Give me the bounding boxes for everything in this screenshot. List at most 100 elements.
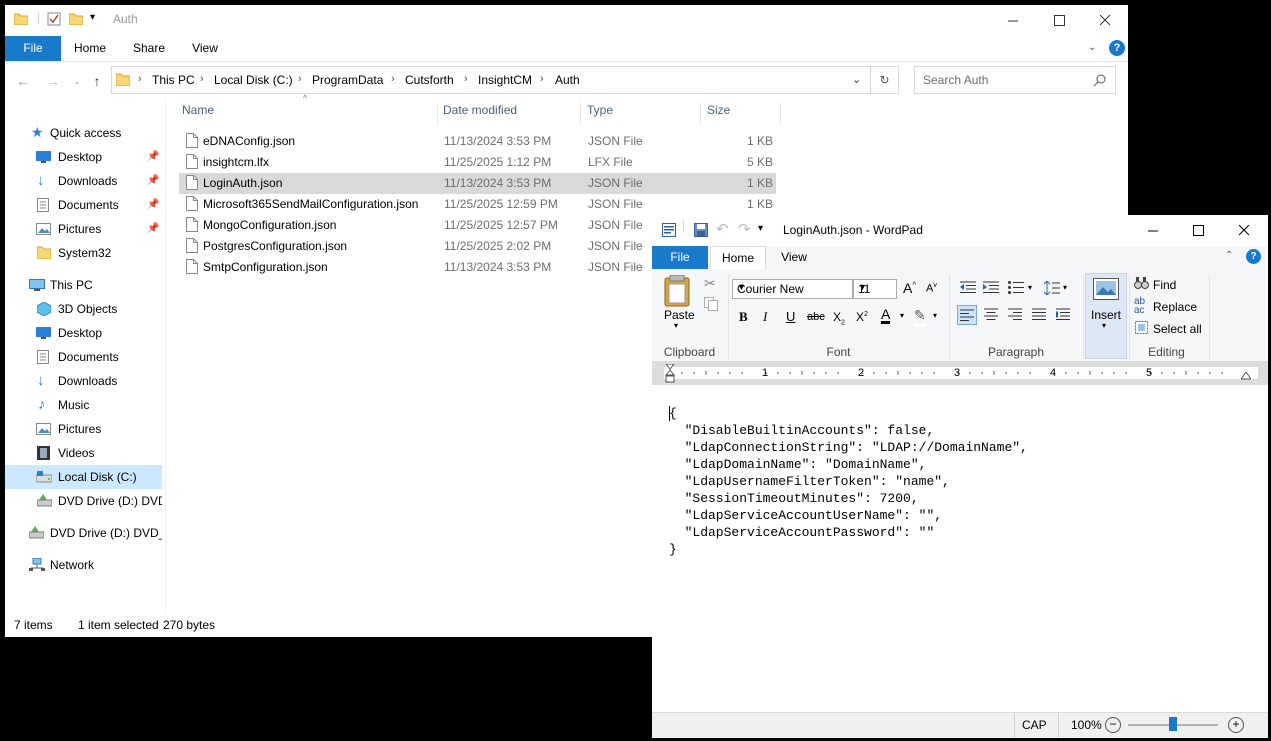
chevron-down-icon[interactable]: ▾ [1063,283,1067,292]
align-right-icon[interactable] [1008,308,1022,320]
help-icon[interactable]: ? [1109,40,1125,56]
nav-3d-objects[interactable]: 3D Objects [5,297,162,321]
chevron-down-icon[interactable]: ▾ [900,311,904,320]
close-button[interactable] [1221,215,1267,246]
qat-dropdown-icon[interactable]: ▾ [758,223,763,234]
close-button[interactable] [1082,5,1128,36]
font-family-select[interactable]: Courier New ▼ [732,279,853,299]
right-indent-marker-icon[interactable] [1241,372,1251,380]
forward-button[interactable]: → [43,71,63,91]
nav-documents[interactable]: Documents [5,345,162,369]
zoom-out-button[interactable]: − [1105,717,1121,733]
save-icon[interactable] [694,223,708,237]
decrease-indent-icon[interactable] [960,281,976,294]
undo-icon[interactable]: ↶ [716,220,729,238]
breadcrumb-auth[interactable]: Auth [555,73,580,87]
refresh-button[interactable]: ↻ [871,66,899,94]
collapse-ribbon-icon[interactable]: ⌃ [1225,250,1233,261]
pane-divider[interactable] [165,99,166,613]
nav-quick-access[interactable]: ★ Quick access [5,121,162,145]
bold-icon[interactable]: B [739,309,748,325]
nav-downloads[interactable]: ↓ Downloads [5,369,162,393]
select-all-button[interactable]: Select all [1153,322,1202,336]
bullet-list-icon[interactable] [1008,281,1024,294]
replace-button[interactable]: Replace [1153,300,1197,314]
nav-videos[interactable]: Videos [5,441,162,465]
nav-quick-pictures[interactable]: Pictures 📌 [5,217,162,241]
column-header-type[interactable]: Type [587,103,613,125]
wordpad-app-icon[interactable] [662,223,676,237]
column-header-date[interactable]: Date modified [443,103,517,125]
zoom-slider-thumb[interactable] [1169,717,1177,731]
file-row[interactable]: eDNAConfig.json 11/13/2024 3:53 PM JSON … [179,131,776,152]
column-divider[interactable] [700,103,701,125]
address-bar[interactable]: › This PC › Local Disk (C:) › ProgramDat… [111,66,871,94]
column-divider[interactable] [437,103,438,125]
search-input[interactable]: Search Auth [914,66,1116,94]
file-row-selected[interactable]: LoginAuth.json 11/13/2024 3:53 PM JSON F… [179,173,776,194]
highlight-icon[interactable]: ✎ [914,307,926,327]
nav-this-pc[interactable]: This PC [5,273,162,297]
breadcrumb-programdata[interactable]: ProgramData [312,73,383,87]
underline-icon[interactable]: U [786,309,795,324]
paste-button[interactable]: Paste ▾ [662,275,695,330]
nav-dvd-drive-root[interactable]: DVD Drive (D:) DVD_R [5,521,162,545]
back-button[interactable]: ← [13,71,33,91]
tab-home[interactable]: Home [710,246,766,269]
tab-file[interactable]: File [652,246,708,269]
help-icon[interactable]: ? [1246,249,1261,264]
nav-quick-documents[interactable]: Documents 📌 [5,193,162,217]
tab-view[interactable]: View [772,246,816,269]
expand-ribbon-icon[interactable]: ⌄ [1088,42,1096,53]
chevron-down-icon[interactable]: ▾ [933,311,937,320]
insert-button[interactable]: Insert ▾ [1085,273,1127,359]
document-text[interactable]: { "DisableBuiltinAccounts": false, "Ldap… [669,405,1028,558]
column-divider[interactable] [580,103,581,125]
minimize-button[interactable] [990,5,1036,36]
maximize-button[interactable] [1175,215,1221,246]
ruler[interactable]: 1 2 3 4 5 [652,361,1268,385]
nav-quick-system32[interactable]: System32 [5,241,162,265]
tab-file[interactable]: File [5,36,61,61]
font-size-select[interactable]: 11 ▼ [853,279,897,299]
tab-home[interactable]: Home [68,36,112,61]
superscript-icon[interactable]: X2 [856,310,868,324]
justify-icon[interactable] [1032,308,1046,320]
italic-icon[interactable]: I [763,309,767,325]
nav-dvd-drive[interactable]: DVD Drive (D:) DVD_ [5,489,162,513]
breadcrumb-insightcm[interactable]: InsightCM [478,73,532,87]
up-button[interactable]: ↑ [87,71,107,91]
nav-local-disk[interactable]: Local Disk (C:) [5,465,162,489]
properties-icon[interactable] [47,12,61,26]
find-button[interactable]: Find [1153,278,1176,292]
nav-quick-downloads[interactable]: ↓ Downloads 📌 [5,169,162,193]
nav-music[interactable]: ♪ Music [5,393,162,417]
new-folder-icon[interactable] [69,13,83,25]
address-dropdown-icon[interactable]: ⌄ [852,73,861,86]
minimize-button[interactable] [1130,215,1176,246]
breadcrumb-cutsforth[interactable]: Cutsforth [405,73,454,87]
align-center-icon[interactable] [984,308,998,320]
file-row[interactable]: Microsoft365SendMailConfiguration.json 1… [179,194,776,215]
nav-quick-desktop[interactable]: Desktop 📌 [5,145,162,169]
zoom-in-button[interactable]: + [1228,717,1244,733]
file-row[interactable]: insightcm.lfx 11/25/2025 1:12 PM LFX Fil… [179,152,776,173]
chevron-down-icon[interactable]: ▾ [1028,283,1032,292]
grow-font-icon[interactable]: A^ [903,280,916,296]
line-spacing-icon[interactable] [1044,281,1060,295]
increase-indent-icon[interactable] [983,281,999,294]
breadcrumb-this-pc[interactable]: This PC [152,73,195,87]
text-color-icon[interactable]: A [881,307,891,324]
indent-marker-icon[interactable] [665,364,675,384]
tab-view[interactable]: View [183,36,227,61]
explorer-titlebar[interactable]: | ▾ Auth [5,5,1128,36]
recent-locations-button[interactable]: ⌄ [67,71,87,91]
column-header-name[interactable]: Name [182,103,214,125]
redo-icon[interactable]: ↷ [738,220,751,238]
maximize-button[interactable] [1036,5,1082,36]
subscript-icon[interactable]: X2 [833,310,845,326]
nav-pictures[interactable]: Pictures [5,417,162,441]
cut-icon[interactable]: ✂ [704,275,716,292]
tab-share[interactable]: Share [127,36,171,61]
paragraph-settings-icon[interactable] [1056,308,1070,321]
